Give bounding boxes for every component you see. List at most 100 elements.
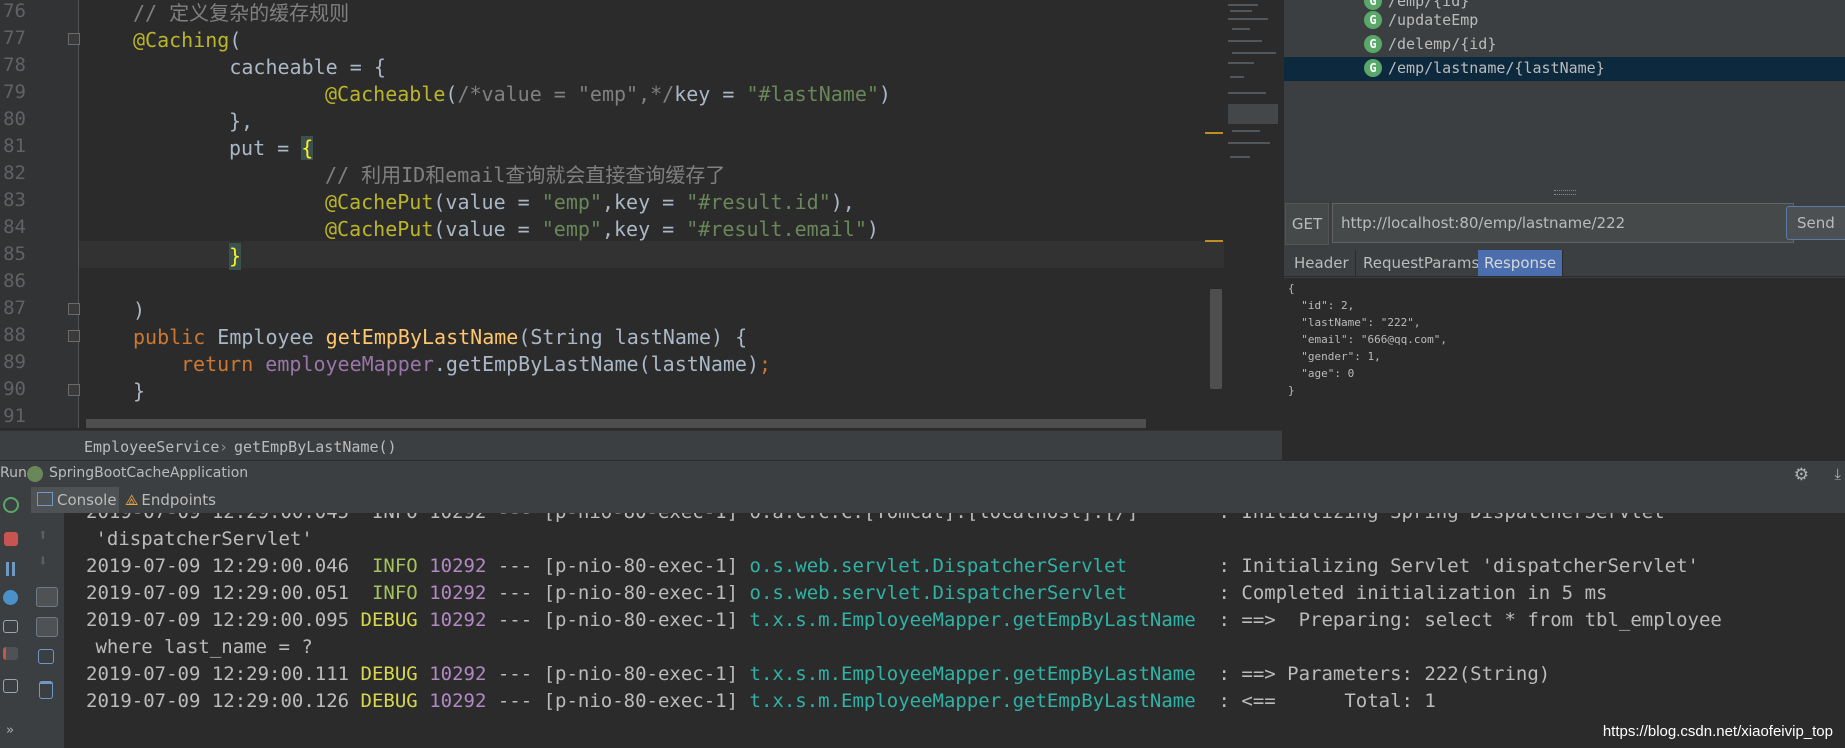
fold-toggle-icon[interactable] xyxy=(68,33,80,45)
code-comment: // 利用ID和email查询就会直接查询缓存了 xyxy=(325,163,726,187)
endpoint-list: G /emp/{id} G /updateEmp G /delemp/{id} … xyxy=(1284,0,1845,180)
down-arrow-icon[interactable]: ⬇ xyxy=(38,551,48,570)
tab-header[interactable]: Header xyxy=(1288,250,1356,276)
code-line: public Employee getEmpByLastName(String … xyxy=(133,325,748,349)
fold-toggle-icon[interactable] xyxy=(68,384,80,396)
soft-wrap-icon[interactable] xyxy=(36,587,58,607)
fold-toggle-icon[interactable] xyxy=(68,303,80,315)
line-number: 76 xyxy=(3,0,26,22)
more-icon[interactable]: » xyxy=(6,723,14,738)
code-line: return employeeMapper.getEmpByLastName(l… xyxy=(181,352,772,376)
line-number: 89 xyxy=(3,351,26,373)
run-tabs: Console ⟁ Endpoints xyxy=(0,487,1845,514)
line-number: 86 xyxy=(3,270,26,292)
rerun-icon[interactable] xyxy=(3,497,19,513)
console-toolbar: ⬆ ⬇ xyxy=(30,513,65,748)
url-input[interactable]: http://localhost:80/emp/lastname/222 xyxy=(1332,203,1794,243)
response-line: "email": "666@qq.com", xyxy=(1288,333,1447,346)
endpoint-path: /delemp/{id} xyxy=(1388,35,1497,53)
tab-console[interactable]: Console xyxy=(31,487,119,513)
current-line-highlight xyxy=(79,241,1224,268)
line-number: 87 xyxy=(3,297,26,319)
panel-splitter[interactable] xyxy=(1284,188,1845,196)
code-comment: // 定义复杂的缓存规则 xyxy=(133,1,350,25)
gear-icon[interactable]: ⚙ xyxy=(1794,465,1809,485)
change-marker[interactable] xyxy=(1205,132,1223,134)
endpoint-path: /emp/lastname/{lastName} xyxy=(1388,59,1605,77)
debug-icon[interactable] xyxy=(3,590,18,605)
breadcrumb-class[interactable]: EmployeeService xyxy=(84,438,219,456)
fold-toggle-icon[interactable] xyxy=(68,330,80,342)
stop-icon[interactable] xyxy=(4,532,18,546)
line-number: 77 xyxy=(3,27,26,49)
console-line: 2019-07-09 12:29:00.045 INFO 10292 --- [… xyxy=(86,513,1665,526)
code-line: } xyxy=(133,379,146,403)
code-minimap[interactable] xyxy=(1226,0,1282,170)
response-line: } xyxy=(1288,384,1295,397)
line-number: 88 xyxy=(3,324,26,346)
code-line: cacheable = { xyxy=(133,55,386,79)
line-number: 79 xyxy=(3,81,26,103)
console-line: 2019-07-09 12:29:00.051 INFO 10292 --- [… xyxy=(86,582,1608,604)
up-arrow-icon[interactable]: ⬆ xyxy=(38,525,48,544)
line-number: 83 xyxy=(3,189,26,211)
code-editor[interactable]: 76 77 78 79 80 81 82 83 84 85 86 87 88 8… xyxy=(0,0,1282,428)
response-line: { xyxy=(1288,282,1295,295)
code-line: @CachePut(value = "emp",key = "#result.e… xyxy=(325,217,879,241)
line-number: 78 xyxy=(3,54,26,76)
run-config-name[interactable]: SpringBootCacheApplication xyxy=(49,465,248,481)
scroll-end-icon[interactable] xyxy=(36,617,58,637)
console-line: 2019-07-09 12:29:00.046 INFO 10292 --- [… xyxy=(86,555,1699,577)
endpoint-item[interactable]: G /delemp/{id} xyxy=(1284,33,1845,57)
change-marker[interactable] xyxy=(1205,240,1223,242)
endpoint-item-selected[interactable]: G /emp/lastname/{lastName} xyxy=(1284,57,1845,81)
console-output[interactable]: 2019-07-09 12:29:00.045 INFO 10292 --- [… xyxy=(68,513,1845,748)
console-icon xyxy=(37,492,53,506)
code-line: @Caching( xyxy=(133,28,242,52)
vertical-scrollbar[interactable] xyxy=(1210,289,1222,389)
endpoint-get-icon: G xyxy=(1364,11,1382,29)
console-line: where last_name = ? xyxy=(84,636,313,658)
console-line: 2019-07-09 12:29:00.126 DEBUG 10292 --- … xyxy=(86,690,1436,712)
breadcrumb-separator: › xyxy=(219,438,229,456)
breadcrumb-method[interactable]: getEmpByLastName() xyxy=(234,438,397,456)
line-number: 84 xyxy=(3,216,26,238)
horizontal-scrollbar[interactable] xyxy=(86,419,1146,428)
line-number: 82 xyxy=(3,162,26,184)
gutter-divider xyxy=(78,0,79,428)
response-body[interactable]: { "id": 2, "lastName": "222", "email": "… xyxy=(1284,278,1845,460)
endpoint-path: /updateEmp xyxy=(1388,11,1479,29)
request-tabs: Header RequestParams Response xyxy=(1284,250,1845,277)
watermark: https://blog.csdn.net/xiaofeivip_top xyxy=(1602,723,1833,740)
tab-endpoints[interactable]: ⟁ Endpoints xyxy=(123,487,233,513)
camera-icon[interactable] xyxy=(3,620,18,633)
code-line: @Cacheable(/*value = "emp",*/key = "#las… xyxy=(325,82,891,106)
hide-icon[interactable]: ⤓ xyxy=(1834,465,1841,483)
console-line: 2019-07-09 12:29:00.095 DEBUG 10292 --- … xyxy=(86,609,1722,631)
send-button[interactable]: Send xyxy=(1786,206,1845,240)
rest-client-panel: G /emp/{id} G /updateEmp G /delemp/{id} … xyxy=(1283,0,1845,460)
exit-icon[interactable] xyxy=(3,647,18,660)
run-toolwindow-header: Run SpringBootCacheApplication ⚙ ⤓ xyxy=(0,460,1845,488)
response-line: "age": 0 xyxy=(1288,367,1355,380)
tab-request-params[interactable]: RequestParams xyxy=(1357,250,1487,276)
http-method-select[interactable]: GET xyxy=(1285,203,1329,245)
code-line: @CachePut(value = "emp",key = "#result.i… xyxy=(325,190,855,214)
endpoint-get-icon: G xyxy=(1364,35,1382,53)
tab-response[interactable]: Response xyxy=(1478,250,1564,276)
line-number: 91 xyxy=(3,405,26,427)
line-number: 81 xyxy=(3,135,26,157)
run-toolbar: » xyxy=(0,487,30,748)
response-line: "lastName": "222", xyxy=(1288,316,1421,329)
line-number: 85 xyxy=(3,243,26,265)
spring-boot-icon xyxy=(27,466,43,482)
request-bar: GET http://localhost:80/emp/lastname/222… xyxy=(1284,203,1845,245)
run-label: Run xyxy=(0,465,27,481)
pause-icon[interactable] xyxy=(4,562,18,576)
layout-icon[interactable] xyxy=(3,679,18,693)
code-line: } xyxy=(229,243,242,270)
endpoints-icon: ⟁ xyxy=(125,491,139,509)
trash-icon[interactable] xyxy=(39,681,53,699)
endpoint-item[interactable]: G /updateEmp xyxy=(1284,9,1845,33)
print-icon[interactable] xyxy=(38,649,54,664)
